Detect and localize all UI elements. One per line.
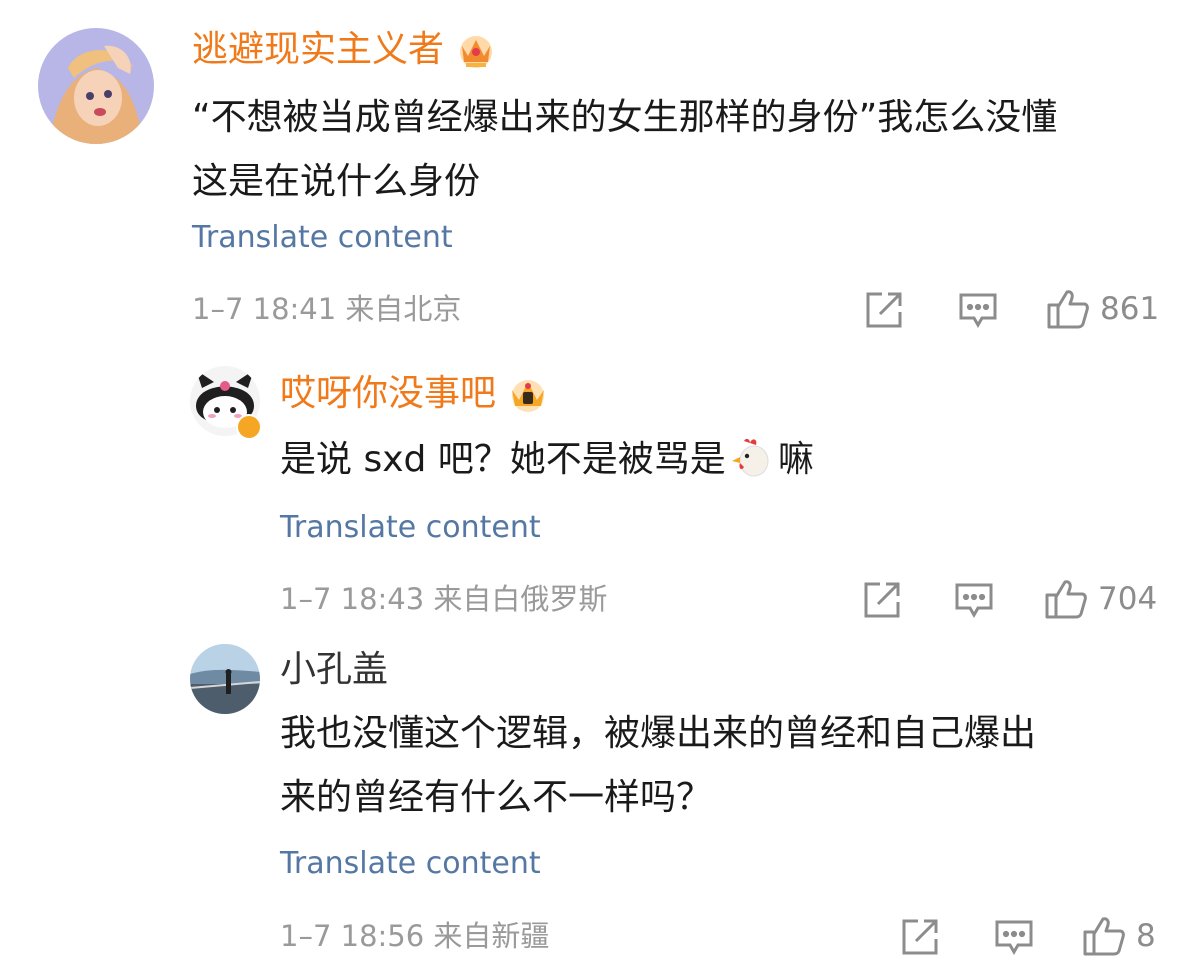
reply-button[interactable] xyxy=(994,919,1034,957)
comment-username[interactable]: 小孔盖 xyxy=(280,648,388,692)
reply-button[interactable] xyxy=(954,582,994,620)
comment-text: “不想被当成曾经爆出来的女生那样的身份”我怎么没懂 这是在说什么身份 xyxy=(192,97,1058,202)
like-button[interactable]: 8 xyxy=(1082,915,1156,957)
crown-icon xyxy=(454,30,498,70)
translate-link[interactable]: Translate content xyxy=(192,218,453,258)
comment-meta: 1–7 18:41 来自北京 xyxy=(192,292,462,326)
reply-button[interactable] xyxy=(958,292,998,330)
comment-text: 是说 sxd 吧？她不是被骂是 嘛 xyxy=(280,428,814,492)
share-icon xyxy=(864,290,904,330)
comment-icon xyxy=(954,582,994,620)
share-button[interactable] xyxy=(862,580,902,620)
verified-badge-icon xyxy=(236,414,262,440)
thumbs-up-icon xyxy=(1044,578,1088,620)
share-icon xyxy=(862,580,902,620)
like-count: 8 xyxy=(1136,918,1156,954)
share-icon xyxy=(900,917,940,957)
comment-icon xyxy=(958,292,998,330)
chicken-icon xyxy=(730,435,774,479)
translate-link[interactable]: Translate content xyxy=(280,508,541,548)
translate-link[interactable]: Translate content xyxy=(280,844,541,884)
comment-text: 我也没懂这个逻辑，被爆出来的曾经和自己爆出 来的曾经有什么不一样吗？ xyxy=(280,713,1037,818)
share-button[interactable] xyxy=(900,917,940,957)
thumbs-up-icon xyxy=(1082,915,1126,957)
comment-username[interactable]: 逃避现实主义者 xyxy=(192,28,498,72)
thumbs-up-icon xyxy=(1046,288,1090,330)
share-button[interactable] xyxy=(864,290,904,330)
like-count: 861 xyxy=(1100,291,1160,327)
like-button[interactable]: 861 xyxy=(1046,288,1159,330)
comment-icon xyxy=(994,919,1034,957)
like-button[interactable]: 704 xyxy=(1044,578,1157,620)
avatar[interactable] xyxy=(190,644,260,714)
comment-meta: 1–7 18:43 来自白俄罗斯 xyxy=(280,582,608,616)
comment-username[interactable]: 哎呀你没事吧 xyxy=(280,372,550,416)
avatar[interactable] xyxy=(38,28,154,144)
comment-meta: 1–7 18:56 来自新疆 xyxy=(280,919,550,953)
crown-icon xyxy=(506,374,550,414)
like-count: 704 xyxy=(1098,581,1158,617)
